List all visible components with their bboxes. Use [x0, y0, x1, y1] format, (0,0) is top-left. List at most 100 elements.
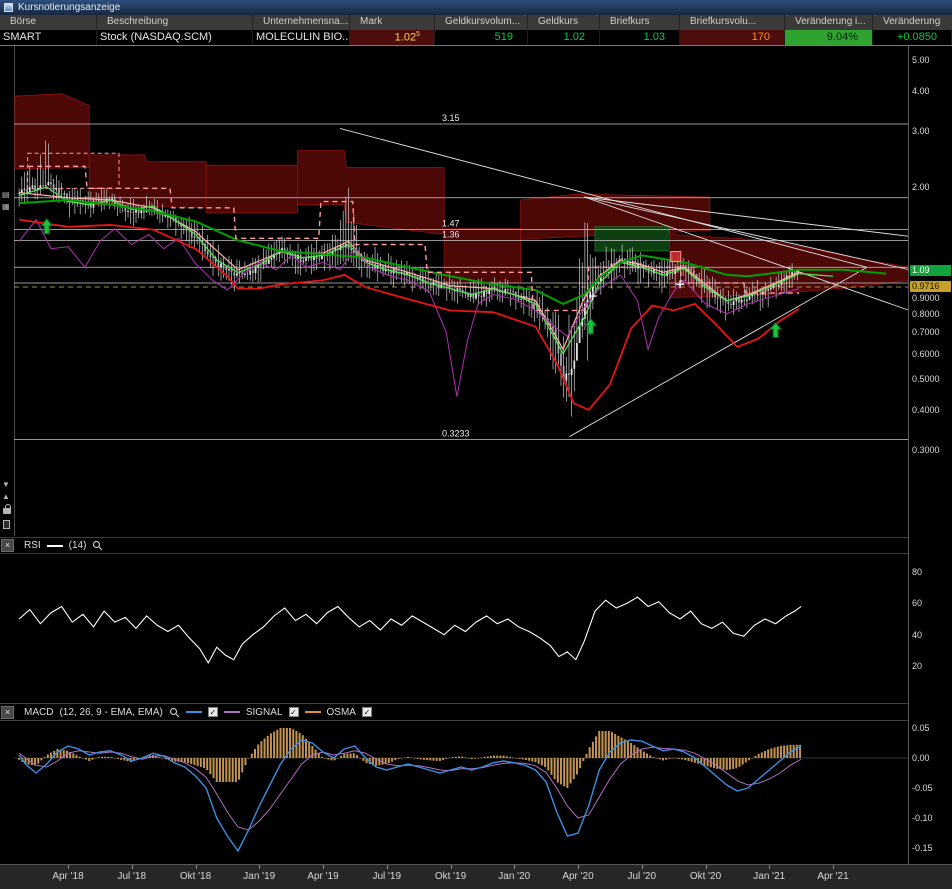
time-tick [769, 865, 770, 869]
macd-close-button[interactable]: × [1, 706, 14, 719]
price-chart[interactable]: 3.15 1.471.36 0.3233 [14, 46, 908, 536]
price-axis-label: 0.8000 [912, 309, 952, 319]
time-axis[interactable]: Apr '18 Jul '18 Okt '18 Jan '19 Apr '19 Jul '… [0, 864, 952, 889]
time-tick [514, 865, 515, 869]
time-tick [706, 865, 707, 869]
magnifier-icon[interactable] [169, 707, 180, 718]
lock-icon[interactable] [3, 508, 11, 514]
time-axis-label: Apr '19 [301, 871, 345, 882]
price-axis-label: 0.6000 [912, 349, 952, 359]
rsi-axis-label: 20 [912, 661, 952, 671]
svg-text:1.47: 1.47 [442, 219, 460, 229]
time-axis-label: Jul '18 [110, 871, 154, 882]
cell-veraenderung[interactable]: +0.0850 [873, 30, 952, 45]
time-tick [578, 865, 579, 869]
time-tick [451, 865, 452, 869]
cell-geldkursvolumen[interactable]: 519 [435, 30, 528, 45]
cell-briefkurs[interactable]: 1.03 [600, 30, 680, 45]
svg-text:0.3233: 0.3233 [442, 428, 470, 438]
column-header-beschreibung[interactable]: Beschreibung [97, 15, 253, 30]
time-axis-label: Okt '20 [684, 871, 728, 882]
cell-beschreibung[interactable]: Stock (NASDAQ.SCM) [97, 30, 253, 45]
scroll-down-icon[interactable]: ▼ [2, 480, 10, 489]
cell-briefkursvolumen[interactable]: 170 [680, 30, 785, 45]
buy-arrow-icon [770, 322, 781, 337]
cell-veraenderung_prozent[interactable]: 9.04% [785, 30, 873, 45]
macd-axis-label: 0.00 [912, 753, 952, 763]
magnifier-icon[interactable] [92, 540, 103, 551]
price-axis-label: 0.7000 [912, 327, 952, 337]
macd-panel-header: × MACD (12, 26, 9 - EMA, EMA) ✓ SIGNAL ✓… [0, 703, 952, 721]
column-header-briefkursvolumen[interactable]: Briefkursvolu... [680, 15, 785, 30]
window-titlebar[interactable]: Kursnotierungsanzeige [0, 0, 952, 15]
time-axis-label: Jul '20 [620, 871, 664, 882]
macd-label: MACD [24, 707, 53, 718]
rsi-close-button[interactable]: × [1, 539, 14, 552]
price-axis-label: 0.9000 [912, 293, 952, 303]
rsi-line-swatch [47, 545, 63, 547]
panel-layout-icon[interactable]: ▤ [2, 190, 10, 199]
time-tick [387, 865, 388, 869]
buy-arrow-icon [41, 219, 52, 234]
signal-checkbox[interactable]: ✓ [289, 707, 299, 717]
time-axis-label: Jul '19 [365, 871, 409, 882]
cell-boerse[interactable]: SMART [0, 30, 97, 45]
price-axis-label: 5.00 [912, 55, 952, 65]
rsi-axis-label: 80 [912, 567, 952, 577]
price-axis-label: 4.00 [912, 86, 952, 96]
rsi-panel-header: × RSI (14) [0, 537, 952, 554]
macd-chart[interactable] [14, 722, 908, 863]
time-axis-label: Okt '18 [174, 871, 218, 882]
scroll-up-icon[interactable]: ▲ [2, 492, 10, 501]
cell-geldkurs[interactable]: 1.02 [528, 30, 600, 45]
quote-table-row[interactable]: SMARTStock (NASDAQ.SCM)MOLECULIN BIO...1… [0, 30, 952, 46]
price-axis[interactable]: 5.004.003.002.000.90000.80000.70000.6000… [908, 46, 952, 864]
rsi-line [19, 597, 801, 663]
buy-arrow-icon [585, 319, 596, 334]
snapshot-icon[interactable] [3, 520, 10, 529]
column-header-mark[interactable]: Mark [350, 15, 435, 30]
price-axis-label: 0.4000 [912, 405, 952, 415]
tws-chart-window: Kursnotierungsanzeige BörseBeschreibungU… [0, 0, 952, 889]
sell-box-icon [671, 252, 681, 262]
time-axis-label: Apr '21 [811, 871, 855, 882]
grid-icon[interactable]: ▦ [2, 202, 10, 211]
svg-text:3.15: 3.15 [442, 113, 460, 123]
macd-axis-label: 0.05 [912, 723, 952, 733]
cell-mark[interactable]: 1.025 [350, 30, 435, 45]
rsi-axis-label: 40 [912, 630, 952, 640]
time-axis-label: Jan '20 [492, 871, 536, 882]
time-axis-label: Apr '20 [556, 871, 600, 882]
macd-axis-label: -0.10 [912, 813, 952, 823]
column-header-geldkursvolumen[interactable]: Geldkursvolum... [435, 15, 528, 30]
column-header-geldkurs[interactable]: Geldkurs [528, 15, 600, 30]
app-icon [4, 3, 13, 12]
macd-line [19, 740, 801, 851]
time-tick [833, 865, 834, 869]
time-tick [196, 865, 197, 869]
chart-left-toolbar: ▤ ▦ ▼ ▲ [0, 46, 14, 864]
column-header-veraenderung[interactable]: Veränderung [873, 15, 952, 30]
signal-label: SIGNAL [246, 707, 283, 718]
rsi-label: RSI [24, 540, 41, 551]
column-header-briefkurs[interactable]: Briefkurs [600, 15, 680, 30]
macd-line-checkbox[interactable]: ✓ [208, 707, 218, 717]
column-header-unternehmensname[interactable]: Unternehmensna... [253, 15, 350, 30]
rsi-axis-label: 60 [912, 598, 952, 608]
macd-axis-label: -0.15 [912, 843, 952, 853]
column-header-veraenderung_prozent[interactable]: Veränderung i... [785, 15, 873, 30]
price-axis-label: 0.3000 [912, 445, 952, 455]
cell-unternehmensname[interactable]: MOLECULIN BIO... [253, 30, 350, 45]
time-axis-label: Jan '19 [237, 871, 281, 882]
svg-text:1.36: 1.36 [442, 229, 460, 239]
time-tick [68, 865, 69, 869]
time-axis-label: Apr '18 [46, 871, 90, 882]
column-header-boerse[interactable]: Börse [0, 15, 97, 30]
signal-line-swatch [224, 711, 240, 713]
time-axis-label: Jan '21 [747, 871, 791, 882]
osma-checkbox[interactable]: ✓ [362, 707, 372, 717]
time-tick [259, 865, 260, 869]
rsi-chart[interactable] [14, 555, 908, 700]
time-tick [642, 865, 643, 869]
quote-table-header: BörseBeschreibungUnternehmensna...MarkGe… [0, 15, 952, 30]
